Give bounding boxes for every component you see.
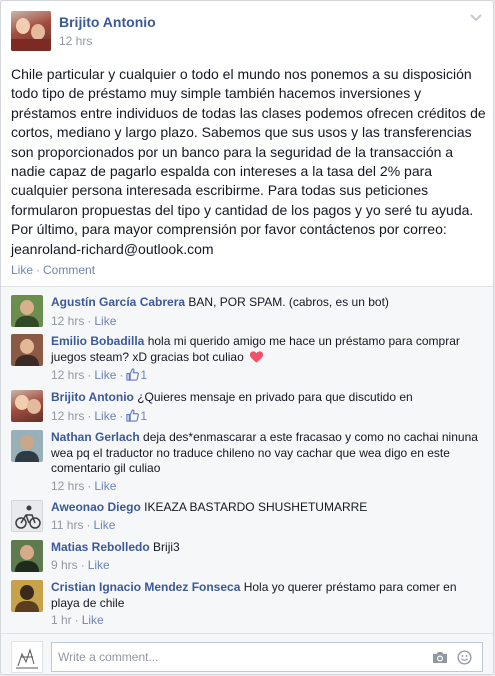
commenter-avatar[interactable]: [11, 390, 43, 422]
separator: ·: [36, 263, 41, 277]
comment-time[interactable]: 12 hrs: [51, 314, 84, 328]
sketch-avatar-icon: [16, 648, 38, 669]
like-count[interactable]: 1: [140, 368, 147, 382]
commenter-avatar[interactable]: [11, 540, 43, 572]
comment-time[interactable]: 12 hrs: [51, 409, 84, 423]
comment-like-button[interactable]: Like: [94, 479, 116, 493]
comment-time[interactable]: 9 hrs: [51, 558, 78, 572]
comment-item: Brijito Antonio ¿Quieres mensaje en priv…: [11, 390, 481, 424]
post-author-name[interactable]: Brijito Antonio: [59, 14, 156, 31]
comment-item: Nathan Gerlach deja des*enmascarar a est…: [11, 430, 481, 493]
chevron-down-icon[interactable]: [469, 13, 483, 23]
comment-time[interactable]: 12 hrs: [51, 368, 84, 382]
comment-author[interactable]: Matias Rebolledo: [51, 540, 150, 554]
commenter-avatar[interactable]: [11, 430, 43, 462]
comment-text-block: Brijito Antonio ¿Quieres mensaje en priv…: [51, 390, 481, 406]
comment-time[interactable]: 1 hr: [51, 613, 72, 627]
post-text: Chile particular y cualquier o todo el m…: [11, 66, 486, 257]
comments-section: Agustín García Cabrera BAN, POR SPAM. (c…: [1, 286, 493, 674]
divider: [1, 633, 493, 634]
comment-item: Matias Rebolledo Briji3 9 hrs · Like: [11, 540, 481, 574]
comment-like-button[interactable]: Like: [94, 368, 116, 382]
comment-meta: 12 hrs · Like: [51, 479, 117, 493]
comment-like-button[interactable]: Like: [82, 613, 104, 627]
comment-text: BAN, POR SPAM. (cabros, es un bot): [188, 295, 389, 309]
comment-item: Agustín García Cabrera BAN, POR SPAM. (c…: [11, 295, 481, 329]
thumbs-up-icon[interactable]: [126, 409, 140, 422]
commenter-avatar[interactable]: [11, 500, 43, 532]
comment-like-button[interactable]: Like: [94, 314, 116, 328]
comment-item: Aweonao Diego IKEAZA BASTARDO SHUSHETUMA…: [11, 500, 481, 534]
author-avatar[interactable]: [11, 11, 51, 51]
comment-item: Cristian Ignacio Mendez Fonseca Hola yo …: [11, 580, 481, 628]
comment-text-block: Nathan Gerlach deja des*enmascarar a est…: [51, 430, 481, 477]
comment-meta: 9 hrs · Like: [51, 558, 110, 572]
post-card: Brijito Antonio 12 hrs Chile particular …: [0, 0, 494, 675]
comment-meta: 11 hrs · Like: [51, 518, 116, 532]
comment-item: Emilio Bobadilla hola mi querido amigo m…: [11, 334, 481, 382]
comment-input[interactable]: [58, 649, 428, 665]
comment-text: ¿Quieres mensaje en privado para que dis…: [137, 390, 413, 404]
heart-icon: [250, 350, 264, 363]
post-timestamp[interactable]: 12 hrs: [59, 34, 92, 49]
cyclist-icon: [15, 505, 41, 529]
comment-button[interactable]: Comment: [43, 263, 95, 277]
comment-author[interactable]: Aweonao Diego: [51, 500, 141, 514]
comment-text-block: Aweonao Diego IKEAZA BASTARDO SHUSHETUMA…: [51, 500, 481, 516]
comment-text: IKEAZA BASTARDO SHUSHETUMARRE: [144, 500, 368, 514]
comment-meta: 1 hr · Like: [51, 613, 104, 627]
commenter-avatar[interactable]: [11, 334, 43, 366]
comment-text-block: Emilio Bobadilla hola mi querido amigo m…: [51, 334, 481, 365]
comment-text-block: Cristian Ignacio Mendez Fonseca Hola yo …: [51, 580, 481, 611]
comment-meta: 12 hrs · Like · 1: [51, 368, 148, 382]
comment-like-button[interactable]: Like: [88, 558, 110, 572]
commenter-avatar[interactable]: [11, 295, 43, 327]
comment-time[interactable]: 12 hrs: [51, 479, 84, 493]
current-user-avatar: [11, 641, 43, 673]
thumbs-up-icon[interactable]: [126, 368, 140, 381]
comment-text: Briji3: [153, 540, 180, 554]
camera-icon[interactable]: [432, 651, 448, 664]
comment-like-button[interactable]: Like: [94, 409, 116, 423]
comment-like-button[interactable]: Like: [93, 518, 115, 532]
comment-meta: 12 hrs · Like: [51, 314, 117, 328]
comment-time[interactable]: 11 hrs: [51, 518, 83, 532]
commenter-avatar[interactable]: [11, 580, 43, 612]
comment-composer: [51, 642, 483, 672]
comment-author[interactable]: Nathan Gerlach: [51, 430, 140, 444]
post-header: Brijito Antonio 12 hrs: [1, 1, 493, 59]
comment-author[interactable]: Cristian Ignacio Mendez Fonseca: [51, 580, 240, 594]
comment-meta: 12 hrs · Like · 1: [51, 409, 148, 423]
post-actions: Like · Comment: [11, 263, 95, 278]
comment-author[interactable]: Agustín García Cabrera: [51, 295, 185, 309]
comment-text-block: Matias Rebolledo Briji3: [51, 540, 481, 556]
like-count[interactable]: 1: [140, 409, 147, 423]
comment-author[interactable]: Emilio Bobadilla: [51, 334, 144, 348]
comment-author[interactable]: Brijito Antonio: [51, 390, 134, 404]
comment-text-block: Agustín García Cabrera BAN, POR SPAM. (c…: [51, 295, 481, 311]
smiley-icon[interactable]: [457, 650, 472, 665]
like-button[interactable]: Like: [11, 263, 33, 277]
